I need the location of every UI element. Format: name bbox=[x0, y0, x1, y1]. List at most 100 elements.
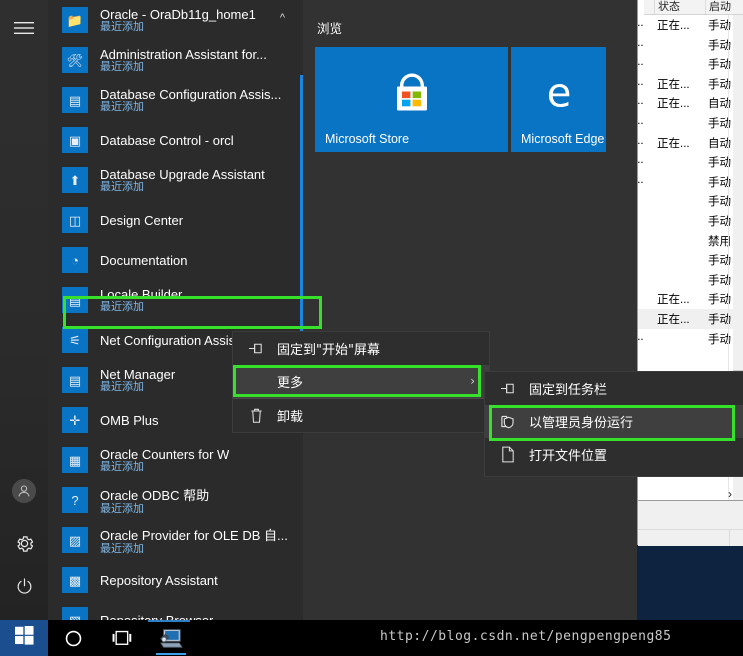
submenu-item-open-file-location[interactable]: 打开文件位置 bbox=[485, 438, 743, 471]
service-state-cell: 正在... bbox=[657, 294, 690, 307]
status-bar-divider bbox=[638, 529, 743, 530]
chevron-right-icon: › bbox=[470, 374, 475, 388]
service-name-cell: ... bbox=[638, 173, 644, 186]
submenu-item-run-as-administrator[interactable]: 以管理员身份运行 bbox=[485, 405, 743, 438]
app-list-item-sublabel: 最近添加 bbox=[100, 100, 144, 113]
app-list-item-text: Oracle Provider for OLE DB 自... 最近添加 bbox=[100, 525, 288, 556]
submenu-item-label: 固定到任务栏 bbox=[529, 383, 608, 398]
documentation-icon: ◔ bbox=[62, 247, 88, 273]
user-account-icon[interactable] bbox=[8, 475, 40, 507]
app-list-item-label: Oracle - OraDb11g_home1 bbox=[100, 6, 256, 22]
service-state-cell: 正在... bbox=[657, 137, 690, 150]
column-header-state[interactable]: 状态 bbox=[658, 0, 680, 14]
app-list-item-text: Oracle Counters for W 最近添加 bbox=[100, 447, 229, 474]
context-menu-item-uninstall[interactable]: 卸载 bbox=[233, 399, 489, 432]
app-list-item-label: Oracle Provider for OLE DB 自... bbox=[100, 527, 288, 543]
service-name-cell: ... bbox=[638, 134, 644, 147]
status-bar-divider bbox=[729, 530, 730, 546]
app-list-item[interactable]: 🛠 Administration Assistant for... 最近添加 bbox=[48, 40, 303, 80]
app-list-item[interactable]: ⬆ Database Upgrade Assistant 最近添加 bbox=[48, 160, 303, 200]
app-list-item-text: Administration Assistant for... 最近添加 bbox=[100, 47, 267, 74]
app-list-item-label: Design Center bbox=[100, 212, 184, 228]
app-list-item-label: Repository Browser bbox=[100, 612, 214, 621]
start-menu[interactable]: 📁 Oracle - OraDb11g_home1 最近添加 ^ 🛠 Administra… bbox=[0, 0, 637, 620]
net-manager-icon: ▤ bbox=[62, 367, 88, 393]
app-list-item-text: Design Center bbox=[100, 213, 183, 228]
tile-label: Microsoft Store bbox=[325, 132, 410, 146]
app-list-item[interactable]: ▦ Oracle Counters for W 最近添加 bbox=[48, 440, 303, 480]
tile-microsoft-store[interactable]: Microsoft Store bbox=[315, 47, 508, 152]
locale-builder-icon: ▤ bbox=[62, 287, 88, 313]
service-name-cell: ... bbox=[638, 154, 644, 167]
database-configuration-icon: ▤ bbox=[62, 87, 88, 113]
service-name-cell: ... bbox=[638, 75, 644, 88]
taskbar[interactable]: http://blog.csdn.net/pengpengpeng85 bbox=[0, 620, 743, 656]
app-list-item[interactable]: ◫ Design Center bbox=[48, 200, 303, 240]
tile-microsoft-edge[interactable]: e Microsoft Edge bbox=[511, 47, 606, 152]
app-list-item-label: Database Control - orcl bbox=[100, 132, 234, 148]
app-list-item-text: Net Manager 最近添加 bbox=[100, 367, 175, 394]
service-name-cell: ... bbox=[638, 114, 644, 127]
app-list-item-text: Database Control - orcl bbox=[100, 133, 234, 148]
svg-text:e: e bbox=[546, 71, 571, 115]
app-list-item[interactable]: ▧ Repository Browser bbox=[48, 600, 303, 620]
power-icon[interactable] bbox=[8, 570, 40, 602]
context-menu-item-label: 卸载 bbox=[277, 410, 304, 425]
all-apps-list[interactable]: 📁 Oracle - OraDb11g_home1 最近添加 ^ 🛠 Administra… bbox=[48, 0, 303, 620]
app-list-item-label: Oracle Counters for W bbox=[100, 446, 230, 462]
header-separator[interactable] bbox=[654, 0, 655, 14]
app-list-item-sublabel: 最近添加 bbox=[100, 20, 144, 33]
app-list-item[interactable]: 📁 Oracle - OraDb11g_home1 最近添加 ^ bbox=[48, 0, 303, 40]
app-list-item[interactable]: ▩ Repository Assistant bbox=[48, 560, 303, 600]
repository-browser-icon: ▧ bbox=[62, 607, 88, 620]
administration-assistant-icon: 🛠 bbox=[62, 47, 88, 73]
pin-icon bbox=[499, 380, 517, 398]
context-menu-item-label: 固定到"开始"屏幕 bbox=[277, 343, 380, 358]
app-list-item-label: Net Manager bbox=[100, 366, 176, 382]
start-menu-left-rail bbox=[0, 0, 48, 620]
service-state-cell: 正在... bbox=[657, 78, 690, 91]
cortana-circle-icon[interactable] bbox=[50, 620, 96, 656]
submenu-item-pin-to-taskbar[interactable]: 固定到任务栏 bbox=[485, 372, 743, 405]
database-upgrade-icon: ⬆ bbox=[62, 167, 88, 193]
tile-label: Microsoft Edge bbox=[521, 132, 605, 146]
omb-plus-icon: ✛ bbox=[62, 407, 88, 433]
app-list-item-text: Repository Assistant bbox=[100, 573, 218, 588]
chevron-up-icon[interactable]: ^ bbox=[280, 12, 285, 24]
app-list-item-label: Database Configuration Assis... bbox=[100, 86, 282, 102]
app-list-item-label: Repository Assistant bbox=[100, 572, 218, 588]
app-list-item-sublabel: 最近添加 bbox=[100, 60, 144, 73]
column-header-startup[interactable]: 启动 bbox=[709, 0, 731, 14]
app-list-item[interactable]: ▤ Locale Builder 最近添加 bbox=[48, 280, 303, 320]
app-list-item-sublabel: 最近添加 bbox=[100, 542, 144, 555]
services-status-bar: › bbox=[638, 487, 743, 546]
app-list-item[interactable]: ▣ Database Control - orcl bbox=[48, 120, 303, 160]
start-button[interactable] bbox=[0, 620, 48, 656]
service-name-cell: ... bbox=[638, 36, 644, 49]
header-separator[interactable] bbox=[705, 0, 706, 14]
gear-icon[interactable] bbox=[8, 527, 40, 559]
context-menu[interactable]: 固定到"开始"屏幕 更多 › 卸载 bbox=[233, 332, 489, 432]
app-list-item[interactable]: ◔ Documentation bbox=[48, 240, 303, 280]
services-app-icon[interactable] bbox=[148, 620, 194, 656]
app-list-item-sublabel: 最近添加 bbox=[100, 380, 144, 393]
services-tab-arrow-icon[interactable]: › bbox=[728, 487, 732, 501]
context-submenu[interactable]: 固定到任务栏 以管理员身份运行 打开文件位置 bbox=[485, 372, 743, 476]
service-name-cell: ... bbox=[638, 17, 644, 29]
context-menu-item-label: 更多 bbox=[277, 376, 304, 391]
context-menu-item-more[interactable]: 更多 › bbox=[233, 365, 489, 398]
context-menu-item-pin-to-start[interactable]: 固定到"开始"屏幕 bbox=[233, 332, 489, 365]
app-list-item-text: Repository Browser bbox=[100, 613, 213, 621]
task-view-icon[interactable] bbox=[99, 620, 145, 656]
pin-icon bbox=[247, 340, 265, 358]
watermark-text: http://blog.csdn.net/pengpengpeng85 bbox=[380, 629, 672, 644]
app-list-item[interactable]: ▨ Oracle Provider for OLE DB 自... 最近添加 bbox=[48, 520, 303, 560]
tile-group-title: 浏览 bbox=[317, 21, 343, 36]
database-control-icon: ▣ bbox=[62, 127, 88, 153]
microsoft-edge-icon: e bbox=[538, 71, 580, 120]
app-list-item[interactable]: ? Oracle ODBC 帮助 最近添加 bbox=[48, 480, 303, 520]
trash-icon bbox=[247, 407, 265, 425]
app-list-item[interactable]: ▤ Database Configuration Assis... 最近添加 bbox=[48, 80, 303, 120]
app-list-item-text: Locale Builder 最近添加 bbox=[100, 287, 182, 314]
hamburger-icon[interactable] bbox=[8, 12, 40, 44]
